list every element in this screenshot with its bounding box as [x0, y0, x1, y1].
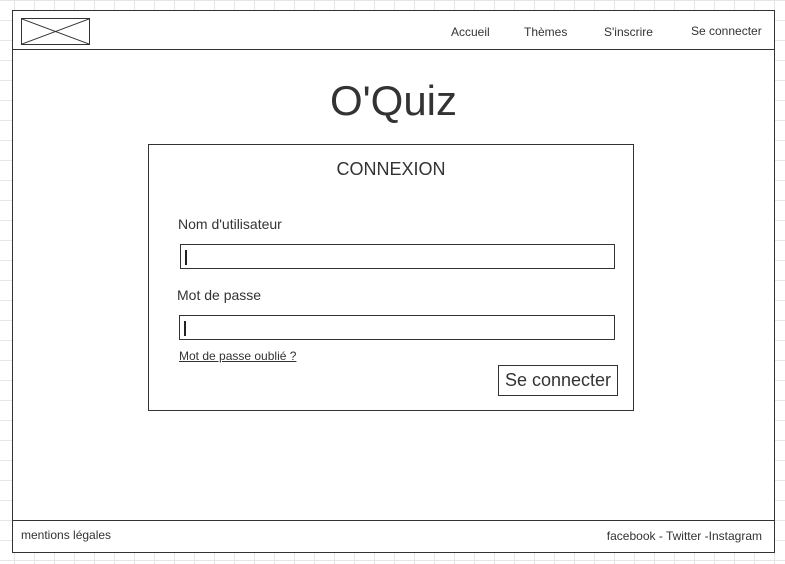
page-frame: Accueil Thèmes S'inscrire Se connecter O…	[12, 10, 775, 553]
site-header: Accueil Thèmes S'inscrire Se connecter	[13, 11, 774, 50]
logo-cross-shape	[22, 19, 89, 44]
footer-separator: -	[655, 529, 666, 543]
facebook-link[interactable]: facebook	[607, 529, 656, 543]
nav-link-login[interactable]: Se connecter	[691, 24, 762, 38]
footer-separator: -	[701, 529, 709, 543]
login-card: CONNEXION Nom d'utilisateur Mot de passe…	[148, 144, 634, 411]
footer-social-links: facebook - Twitter -Instagram	[607, 529, 762, 543]
username-input[interactable]	[180, 244, 615, 269]
footer-legal-link[interactable]: mentions légales	[21, 528, 111, 542]
password-label: Mot de passe	[177, 287, 262, 303]
image-placeholder-icon[interactable]	[21, 18, 90, 45]
nav-link-home[interactable]: Accueil	[451, 25, 490, 39]
login-submit-button[interactable]: Se connecter	[498, 365, 618, 396]
twitter-link[interactable]: Twitter	[666, 529, 701, 543]
instagram-link[interactable]: Instagram	[709, 529, 762, 543]
username-label: Nom d'utilisateur	[178, 216, 282, 232]
text-caret	[185, 250, 187, 265]
password-input[interactable]	[179, 315, 615, 340]
page-title: O'Quiz	[329, 77, 458, 124]
nav-link-signup[interactable]: S'inscrire	[604, 25, 653, 39]
nav-link-themes[interactable]: Thèmes	[524, 25, 567, 39]
login-card-title: CONNEXION	[336, 159, 446, 179]
forgot-password-link[interactable]: Mot de passe oublié ?	[179, 349, 296, 363]
text-caret	[184, 321, 186, 336]
site-footer: mentions légales facebook - Twitter -Ins…	[13, 520, 774, 553]
